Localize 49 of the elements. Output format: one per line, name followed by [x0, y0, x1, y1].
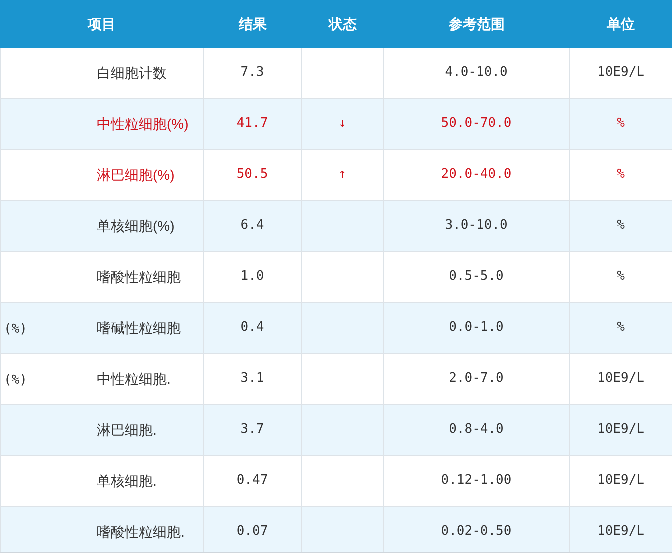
reference-range: 0.8-4.0	[449, 421, 504, 440]
status-arrow: ↑	[338, 166, 346, 184]
column-header: 单位	[607, 14, 635, 34]
column-header: 状态	[329, 14, 357, 34]
unit-label: 10E9/L	[598, 64, 644, 82]
unit-label: %	[617, 268, 625, 286]
item-name: 淋巴细胞(%)	[97, 166, 175, 185]
column-header: 结果	[239, 14, 267, 34]
unit-label: %	[617, 166, 625, 184]
unit-label: 10E9/L	[598, 472, 644, 490]
unit-fragment: (%)	[4, 373, 28, 388]
result-value: 3.7	[240, 421, 264, 440]
result-value: 6.4	[240, 217, 264, 236]
result-value: 1.0	[240, 268, 264, 286]
item-name: 淋巴细胞.	[97, 420, 157, 440]
result-value: 7.3	[240, 64, 264, 82]
item-name: 嗜碱性粒细胞	[97, 318, 181, 338]
item-name: 白细胞计数	[97, 64, 167, 82]
unit-label: %	[617, 319, 625, 338]
unit-label: 10E9/L	[598, 421, 644, 440]
item-name: 单核细胞(%)	[97, 216, 175, 236]
status-arrow: ↓	[338, 115, 346, 134]
reference-range: 0.12-1.00	[441, 472, 512, 490]
result-value: 3.1	[240, 370, 264, 388]
reference-range: 2.0-7.0	[449, 370, 504, 388]
reference-range: 0.02-0.50	[441, 523, 512, 542]
item-name: 中性粒细胞.	[97, 370, 171, 388]
column-header: 项目	[88, 14, 116, 34]
result-value: 0.07	[236, 523, 268, 542]
unit-label: 10E9/L	[598, 370, 644, 388]
reference-range: 50.0-70.0	[441, 115, 512, 134]
item-name: 单核细胞.	[97, 472, 157, 490]
unit-label: %	[617, 217, 625, 236]
column-header: 参考范围	[449, 14, 505, 34]
reference-range: 4.0-10.0	[445, 64, 508, 82]
reference-range: 3.0-10.0	[445, 217, 508, 236]
reference-range: 0.5-5.0	[449, 268, 504, 286]
unit-fragment: (%)	[4, 322, 28, 337]
reference-range: 0.0-1.0	[449, 319, 504, 338]
item-name: 嗜酸性粒细胞	[97, 268, 181, 286]
result-value: 0.4	[240, 319, 264, 338]
result-value: 41.7	[236, 115, 268, 134]
unit-label: %	[617, 115, 625, 134]
unit-label: 10E9/L	[598, 523, 644, 542]
result-value: 0.47	[236, 472, 268, 490]
item-name: 嗜酸性粒细胞.	[97, 522, 185, 542]
reference-range: 20.0-40.0	[441, 166, 512, 184]
item-name: 中性粒细胞(%)	[97, 114, 189, 134]
result-value: 50.5	[236, 166, 268, 184]
